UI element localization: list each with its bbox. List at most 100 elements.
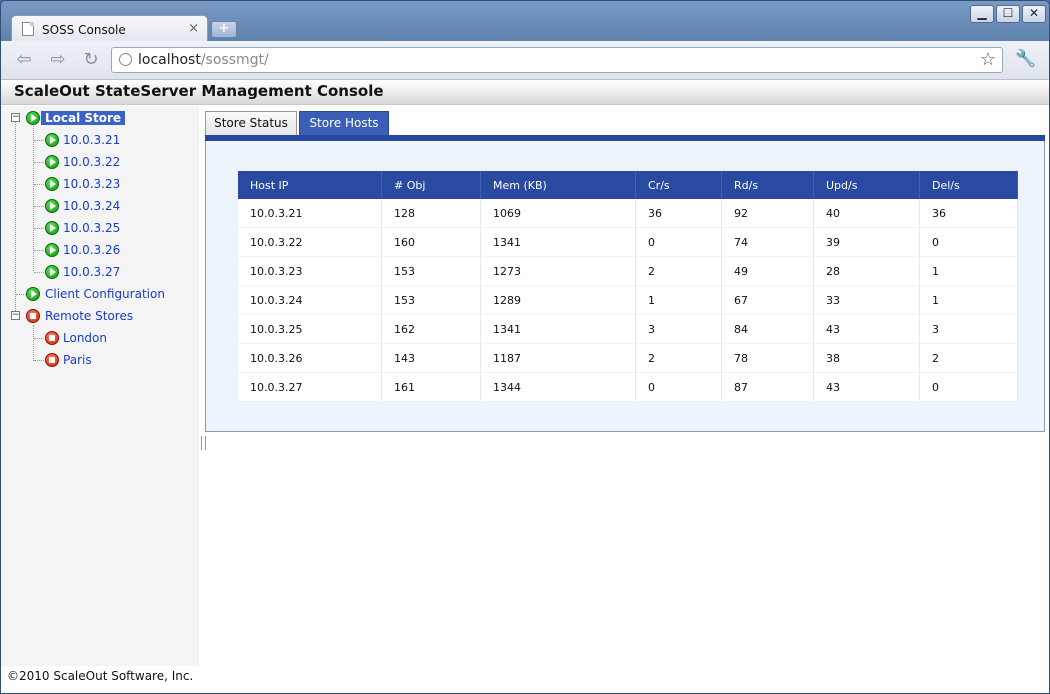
tree-connector (34, 338, 44, 339)
cell-obj: 162 (381, 314, 481, 344)
tree-item-host[interactable]: 10.0.3.23 (63, 177, 120, 191)
minimize-button[interactable]: ▁ (970, 5, 994, 23)
cell-rd: 67 (721, 285, 814, 315)
cell-upd: 38 (813, 343, 920, 373)
tab-store-status[interactable]: Store Status (205, 111, 297, 135)
column-header[interactable]: Del/s (919, 171, 1018, 199)
navigation-tree: − Local Store 10.0.3.21 10.0.3.22 10.0.3… (1, 106, 199, 666)
forward-icon[interactable]: ⇨ (47, 49, 69, 71)
tab-title: SOSS Console (42, 23, 126, 37)
cell-cr: 36 (635, 199, 722, 228)
column-header[interactable]: Host IP (238, 171, 382, 199)
tree-item-host[interactable]: 10.0.3.24 (63, 199, 120, 213)
tree-item-client-configuration[interactable]: Client Configuration (45, 287, 165, 301)
cell-mem: 1341 (480, 314, 636, 344)
tab-store-hosts[interactable]: Store Hosts (299, 111, 389, 135)
browser-tab[interactable]: SOSS Console × (11, 15, 208, 43)
tab-strip: SOSS Console × + ▁ ☐ ✕ (1, 1, 1049, 43)
cell-cr: 0 (635, 227, 722, 257)
cell-obj: 128 (381, 199, 481, 228)
maximize-button[interactable]: ☐ (996, 5, 1020, 23)
page-icon (22, 22, 34, 36)
globe-icon (119, 53, 132, 66)
browser-toolbar: ⇦ ⇨ ↻ localhost/sossmgt/ ☆ 🔧 (1, 41, 1049, 80)
tree-item-local-store[interactable]: Local Store (41, 111, 126, 125)
panel-splitter[interactable] (201, 436, 206, 450)
column-header[interactable]: Rd/s (721, 171, 814, 199)
reload-icon[interactable]: ↻ (80, 49, 102, 71)
table-row[interactable]: 10.0.3.21 128 1069 36 92 40 36 (238, 199, 1018, 228)
running-status-icon (45, 199, 59, 213)
cell-mem: 1069 (480, 199, 636, 228)
cell-upd: 43 (813, 314, 920, 344)
cell-cr: 0 (635, 372, 722, 402)
tree-item-host[interactable]: 10.0.3.27 (63, 265, 120, 279)
cell-upd: 39 (813, 227, 920, 257)
cell-upd: 43 (813, 372, 920, 402)
cell-upd: 28 (813, 256, 920, 286)
tree-connector (34, 272, 44, 273)
collapse-remote-stores-icon[interactable]: − (11, 311, 20, 320)
tree-item-remote-store[interactable]: Paris (63, 353, 92, 367)
cell-del: 0 (919, 372, 1018, 402)
cell-obj: 161 (381, 372, 481, 402)
collapse-local-store-icon[interactable]: − (11, 113, 20, 122)
cell-del: 3 (919, 314, 1018, 344)
tree-connector (34, 140, 44, 141)
copyright-footer: ©2010 ScaleOut Software, Inc. (7, 669, 194, 683)
table-header-row: Host IP # Obj Mem (KB) Cr/s Rd/s Upd/s D… (238, 171, 1018, 199)
close-window-button[interactable]: ✕ (1022, 5, 1046, 23)
cell-host-ip: 10.0.3.24 (238, 285, 382, 315)
cell-cr: 2 (635, 343, 722, 373)
new-tab-button[interactable]: + (211, 21, 237, 38)
cell-host-ip: 10.0.3.21 (238, 199, 382, 228)
tree-item-host[interactable]: 10.0.3.21 (63, 133, 120, 147)
cell-cr: 3 (635, 314, 722, 344)
table-row[interactable]: 10.0.3.27 161 1344 0 87 43 0 (238, 372, 1018, 402)
tree-connector (34, 360, 44, 361)
tree-connector (34, 206, 44, 207)
table-row[interactable]: 10.0.3.24 153 1289 1 67 33 1 (238, 285, 1018, 315)
running-status-icon (45, 221, 59, 235)
tree-item-host[interactable]: 10.0.3.22 (63, 155, 120, 169)
stopped-status-icon (45, 353, 59, 367)
back-icon[interactable]: ⇦ (13, 49, 35, 71)
address-bar[interactable]: localhost/sossmgt/ ☆ (111, 47, 1003, 73)
wrench-menu-icon[interactable]: 🔧 (1015, 49, 1036, 69)
tree-item-host[interactable]: 10.0.3.26 (63, 243, 120, 257)
column-header[interactable]: # Obj (381, 171, 481, 199)
cell-host-ip: 10.0.3.23 (238, 256, 382, 286)
table-row[interactable]: 10.0.3.22 160 1341 0 74 39 0 (238, 227, 1018, 257)
tree-connector (34, 250, 44, 251)
running-status-icon (45, 155, 59, 169)
page-content: ScaleOut StateServer Management Console … (1, 80, 1049, 693)
close-tab-icon[interactable]: × (188, 21, 199, 36)
column-header[interactable]: Cr/s (635, 171, 722, 199)
table-row[interactable]: 10.0.3.23 153 1273 2 49 28 1 (238, 256, 1018, 286)
cell-del: 1 (919, 256, 1018, 286)
bookmark-star-icon[interactable]: ☆ (980, 49, 996, 70)
tree-line (33, 325, 34, 361)
tree-item-remote-stores[interactable]: Remote Stores (45, 309, 133, 323)
page-title: ScaleOut StateServer Management Console (14, 82, 384, 100)
cell-host-ip: 10.0.3.27 (238, 372, 382, 402)
cell-host-ip: 10.0.3.22 (238, 227, 382, 257)
table-row[interactable]: 10.0.3.26 143 1187 2 78 38 2 (238, 343, 1018, 373)
tree-item-remote-store[interactable]: London (63, 331, 107, 345)
tree-line (33, 121, 34, 271)
cell-mem: 1341 (480, 227, 636, 257)
cell-rd: 87 (721, 372, 814, 402)
cell-del: 36 (919, 199, 1018, 228)
cell-mem: 1344 (480, 372, 636, 402)
table-row[interactable]: 10.0.3.25 162 1341 3 84 43 3 (238, 314, 1018, 344)
column-header[interactable]: Upd/s (813, 171, 920, 199)
tree-item-host[interactable]: 10.0.3.25 (63, 221, 120, 235)
running-status-icon (45, 133, 59, 147)
url-text: localhost/sossmgt/ (138, 52, 269, 68)
tree-connector (16, 294, 26, 295)
stopped-status-icon (45, 331, 59, 345)
column-header[interactable]: Mem (KB) (480, 171, 636, 199)
cell-rd: 84 (721, 314, 814, 344)
cell-cr: 2 (635, 256, 722, 286)
running-status-icon (26, 287, 40, 301)
